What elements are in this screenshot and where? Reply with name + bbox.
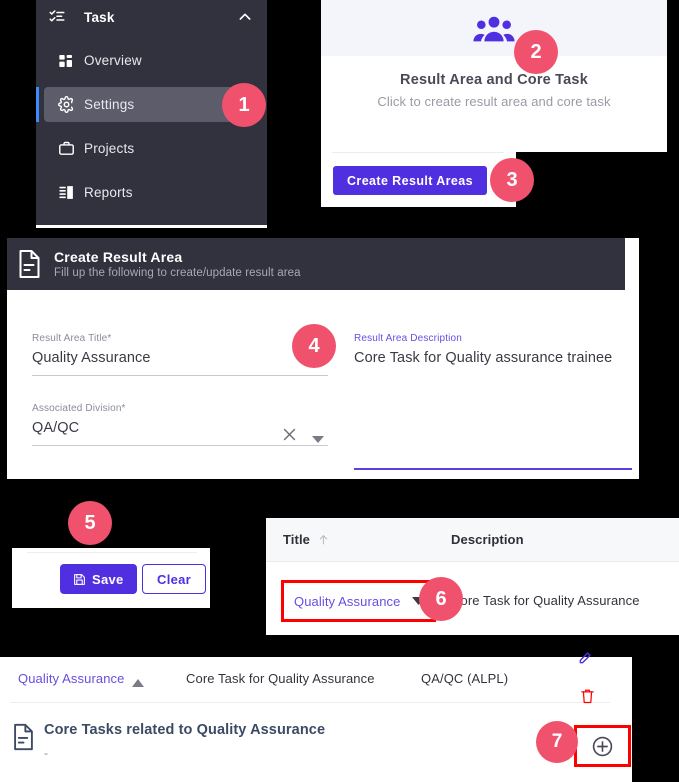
document-icon bbox=[12, 723, 35, 756]
sidebar-item-label: Reports bbox=[84, 185, 133, 200]
title-select-highlighted[interactable]: Quality Assurance bbox=[281, 580, 436, 622]
card-body: Result Area and Core Task Click to creat… bbox=[321, 56, 667, 109]
field-value[interactable]: Core Task for Quality assurance trainee bbox=[354, 350, 632, 366]
row-title[interactable]: Quality Assurance bbox=[18, 671, 124, 686]
form-header: Create Result Area Fill up the following… bbox=[7, 238, 625, 290]
card-divider bbox=[332, 152, 504, 153]
column-header-title-label: Title bbox=[283, 532, 310, 547]
callout-badge-6: 6 bbox=[419, 577, 463, 621]
card-subtitle: Click to create result area and core tas… bbox=[377, 94, 611, 109]
row-description: Core Task for Quality Assurance bbox=[451, 593, 640, 608]
field-label: Result Area Title* bbox=[32, 333, 112, 344]
people-group-icon bbox=[473, 15, 515, 50]
table-header-row: Title Description bbox=[266, 518, 679, 561]
caret-down-icon[interactable] bbox=[312, 431, 324, 449]
sidebar-item-overview[interactable]: Overview bbox=[44, 43, 259, 78]
document-icon bbox=[17, 249, 42, 279]
sidebar-item-label: Projects bbox=[84, 141, 135, 156]
column-header-description[interactable]: Description bbox=[451, 532, 524, 547]
field-label: Associated Division* bbox=[32, 403, 126, 414]
plus-circle-icon bbox=[591, 735, 614, 758]
screenshot-root: Task Overview Settings Projects Reports … bbox=[0, 0, 679, 782]
column-header-title[interactable]: Title bbox=[283, 532, 330, 547]
pencil-edit-icon[interactable] bbox=[578, 651, 592, 670]
card-header bbox=[321, 0, 667, 56]
sort-asc-triangle-icon[interactable] bbox=[132, 674, 144, 692]
field-underline bbox=[32, 375, 328, 376]
result-area-table: Title Description Quality Assurance Core… bbox=[266, 518, 679, 635]
sidebar-item-label: Overview bbox=[84, 53, 142, 68]
callout-badge-3: 3 bbox=[490, 158, 534, 202]
actions-divider bbox=[27, 552, 197, 553]
save-button-label: Save bbox=[92, 571, 124, 587]
form-actions-panel: Save Clear bbox=[12, 548, 210, 608]
field-result-area-description[interactable]: Result Area Description Core Task for Qu… bbox=[354, 333, 632, 366]
save-button[interactable]: Save bbox=[60, 564, 137, 594]
form-subtitle: Fill up the following to create/update r… bbox=[54, 267, 301, 279]
callout-badge-1: 1 bbox=[222, 83, 266, 127]
sidebar-bottom-strip bbox=[36, 225, 267, 228]
sort-asc-arrow-icon[interactable] bbox=[317, 533, 330, 546]
description-underline bbox=[354, 459, 632, 470]
card-title: Result Area and Core Task bbox=[400, 72, 588, 88]
sidebar-header-task[interactable]: Task bbox=[36, 0, 267, 34]
callout-badge-4: 4 bbox=[292, 324, 336, 368]
core-tasks-subtitle: - bbox=[44, 746, 48, 760]
gear-icon bbox=[57, 96, 75, 114]
sidebar-item-reports[interactable]: Reports bbox=[44, 175, 259, 210]
sidebar-header-label: Task bbox=[84, 9, 115, 25]
grid-icon bbox=[57, 52, 75, 70]
trash-delete-icon[interactable] bbox=[580, 688, 595, 710]
sidebar-item-projects[interactable]: Projects bbox=[44, 131, 259, 166]
row-description: Core Task for Quality Assurance bbox=[186, 671, 375, 686]
briefcase-icon bbox=[57, 140, 75, 158]
field-label: Result Area Description bbox=[354, 333, 462, 344]
title-select-value: Quality Assurance bbox=[294, 593, 401, 609]
close-x-icon[interactable] bbox=[281, 426, 298, 448]
create-result-areas-button[interactable]: Create Result Areas bbox=[333, 166, 487, 195]
bottom-divider bbox=[10, 702, 610, 703]
field-result-area-title[interactable]: Result Area Title* Quality Assurance bbox=[32, 333, 328, 376]
task-list-icon bbox=[48, 8, 66, 26]
add-core-task-button[interactable] bbox=[574, 725, 631, 767]
callout-badge-7: 7 bbox=[536, 721, 578, 763]
result-area-card[interactable]: Result Area and Core Task Click to creat… bbox=[321, 0, 667, 152]
core-task-list-panel: Quality Assurance Core Task for Quality … bbox=[0, 657, 632, 782]
floppy-save-icon bbox=[73, 573, 86, 586]
core-tasks-title: Core Tasks related to Quality Assurance bbox=[44, 722, 326, 738]
field-value[interactable]: Quality Assurance bbox=[32, 350, 328, 366]
result-area-row: Quality Assurance Core Task for Quality … bbox=[0, 657, 632, 702]
field-associated-division[interactable]: Associated Division* QA/QC bbox=[32, 403, 328, 446]
chevron-up-icon[interactable] bbox=[237, 9, 253, 25]
form-title: Create Result Area bbox=[54, 249, 183, 265]
table-row: Quality Assurance Core Task for Quality … bbox=[266, 562, 679, 634]
callout-badge-5: 5 bbox=[68, 501, 112, 545]
sidebar-item-label: Settings bbox=[84, 97, 135, 112]
row-division: QA/QC (ALPL) bbox=[421, 671, 509, 686]
report-icon bbox=[57, 184, 75, 202]
card-footer-panel: Create Result Areas bbox=[321, 152, 516, 207]
clear-button[interactable]: Clear bbox=[142, 564, 207, 594]
callout-badge-2: 2 bbox=[514, 30, 558, 74]
